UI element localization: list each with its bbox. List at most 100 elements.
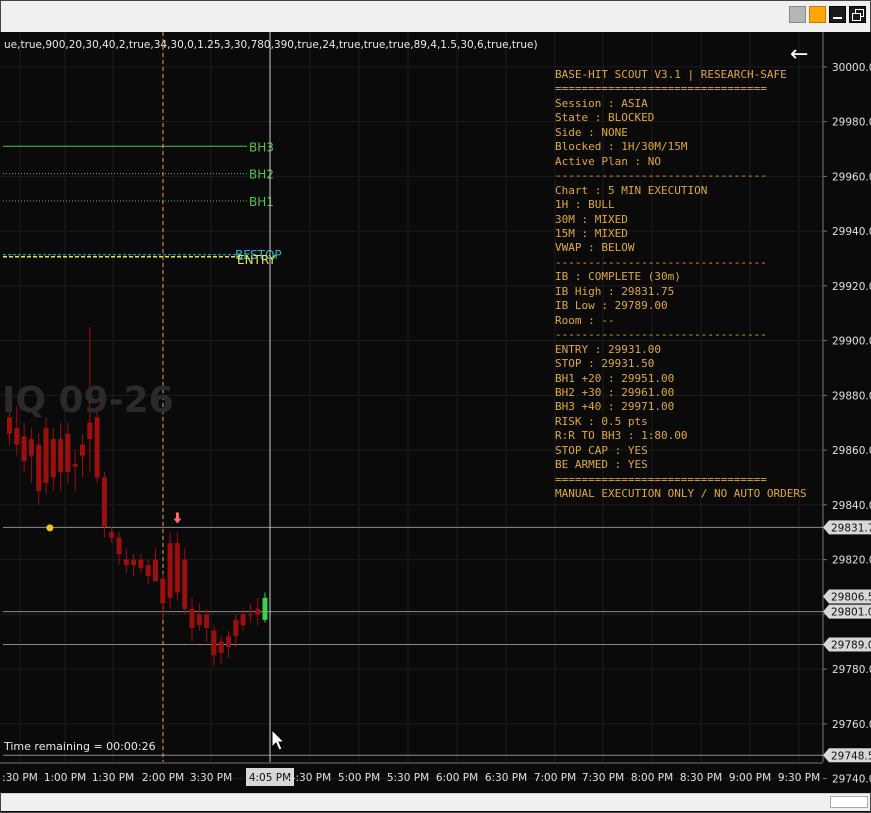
candle-body — [255, 608, 261, 615]
panel-line: -------------------------------- — [555, 169, 767, 183]
candle-body — [72, 463, 78, 467]
panel-line: IB : COMPLETE (30m) — [555, 270, 681, 284]
y-tick-label: 29960.0 — [832, 171, 871, 183]
panel-line: RISK : 0.5 pts — [555, 414, 648, 428]
candle-body — [204, 614, 210, 629]
x-tick-label: 7:00 PM — [534, 772, 576, 784]
candle-body — [131, 559, 137, 566]
price-flag-label: 29748.5 — [831, 750, 871, 762]
candle-body — [189, 608, 195, 629]
panel-line: Active Plan : NO — [555, 154, 661, 168]
panel-line: Room : -- — [555, 313, 615, 327]
candle-body — [94, 417, 100, 478]
candle-body — [50, 439, 56, 478]
candle-body — [211, 630, 217, 656]
panel-line: STOP CAP : YES — [555, 443, 648, 457]
x-tick-label: 1:00 PM — [44, 772, 86, 784]
panel-line: ================================ — [555, 472, 767, 486]
y-tick-label: 29920.0 — [832, 281, 871, 293]
x-tick-label: 9:30 PM — [778, 772, 820, 784]
candle-body — [36, 444, 42, 492]
panel-line: STOP : 29931.50 — [555, 357, 655, 371]
candle-body — [240, 614, 246, 626]
candle-body — [43, 428, 49, 483]
panel-line: ENTRY : 29931.00 — [555, 342, 661, 356]
instrument-watermark: IQ 09-26 — [2, 380, 174, 421]
panel-line: BH3 +40 : 29971.00 — [555, 400, 675, 414]
panel-line: MANUAL EXECUTION ONLY / NO AUTO ORDERS — [555, 487, 807, 501]
x-tick-label: 8:30 PM — [680, 772, 722, 784]
x-tick-label: 6:00 PM — [436, 772, 478, 784]
panel-line: BASE-HIT SCOUT V3.1 | RESEARCH-SAFE — [555, 68, 787, 81]
x-tick-label: 6:30 PM — [485, 772, 527, 784]
price-flag-label: 29801.0 — [831, 607, 871, 619]
scrollbar-thumb[interactable] — [830, 796, 868, 808]
panel-line: 15M : MIXED — [555, 226, 628, 240]
x-tick-label: 5:30 PM — [387, 772, 429, 784]
candle-body — [218, 641, 224, 653]
price-flag-label: 29806.5 — [831, 592, 871, 604]
candle-body — [138, 559, 144, 568]
gray-square-button[interactable] — [789, 6, 806, 23]
candle-body — [160, 578, 166, 604]
candle-body — [233, 619, 239, 637]
candle-body — [109, 532, 115, 538]
minimize-button[interactable] — [829, 6, 846, 23]
scout-info-panel: BASE-HIT SCOUT V3.1 | RESEARCH-SAFE =====… — [555, 68, 807, 502]
horizontal-scrollbar[interactable] — [1, 793, 870, 811]
panel-line: BH1 +20 : 29951.00 — [555, 371, 675, 385]
panel-line: State : BLOCKED — [555, 111, 655, 125]
candle-body — [153, 559, 158, 582]
y-tick-label: 29840.0 — [832, 500, 871, 512]
candle-body — [101, 477, 107, 527]
candle-body — [247, 614, 253, 616]
time-remaining: Time remaining = 00:00:26 — [4, 740, 156, 753]
candle-body — [21, 436, 27, 462]
candle-body — [65, 433, 71, 473]
candle-body — [145, 565, 151, 577]
candle-body — [14, 428, 20, 445]
y-tick-label: 29820.0 — [832, 555, 871, 567]
mouse-cursor-icon — [271, 729, 286, 751]
candle-body — [182, 559, 188, 609]
panel-line: VWAP : BELOW — [555, 241, 635, 255]
panel-line: R:R TO BH3 : 1:80.00 — [555, 429, 688, 443]
price-flag: 29789.0 — [823, 637, 871, 652]
entry-label: ENTRY — [237, 253, 276, 267]
y-tick-label: 29940.0 — [832, 226, 871, 238]
candle-body — [196, 614, 202, 626]
candle-body — [226, 636, 231, 648]
x-tick-label: :30 PM — [2, 772, 38, 784]
price-flag: 29806.5 — [823, 589, 871, 604]
candle-body — [123, 559, 129, 566]
candle-body — [28, 439, 34, 456]
candle-body — [116, 537, 122, 555]
price-flag: 29748.5 — [823, 748, 871, 763]
panel-line: IB Low : 29789.00 — [555, 299, 668, 313]
y-tick-label: 29980.0 — [832, 117, 871, 129]
panel-line: 1H : BULL — [555, 198, 615, 212]
price-flag-label: 29831.7 — [831, 522, 871, 534]
title-bar — [1, 1, 870, 33]
candle-body — [58, 439, 64, 473]
orange-square-button[interactable] — [809, 6, 826, 23]
price-flag-label: 29789.0 — [831, 639, 871, 651]
price-flag: 29801.0 — [823, 604, 871, 619]
restore-button[interactable] — [849, 6, 866, 23]
candle-body — [87, 422, 93, 440]
x-tick-label: 9:00 PM — [729, 772, 771, 784]
panel-line: IB High : 29831.75 — [555, 284, 675, 298]
y-tick-label: 29740.0 — [832, 774, 871, 786]
panel-line: BE ARMED : YES — [555, 458, 648, 472]
signal-dot-marker — [46, 524, 54, 532]
back-arrow-icon[interactable]: ← — [790, 44, 808, 66]
panel-line: 30M : MIXED — [555, 212, 628, 226]
x-tick-label: 3:30 PM — [190, 772, 232, 784]
candle-body — [167, 543, 173, 598]
y-tick-label: 29760.0 — [832, 719, 871, 731]
panel-line: Session : ASIA — [555, 96, 648, 110]
candle-body — [174, 543, 180, 593]
panel-line: -------------------------------- — [555, 255, 767, 269]
panel-line: BH2 +30 : 29961.00 — [555, 385, 675, 399]
panel-line: Blocked : 1H/30M/15M — [555, 140, 688, 154]
